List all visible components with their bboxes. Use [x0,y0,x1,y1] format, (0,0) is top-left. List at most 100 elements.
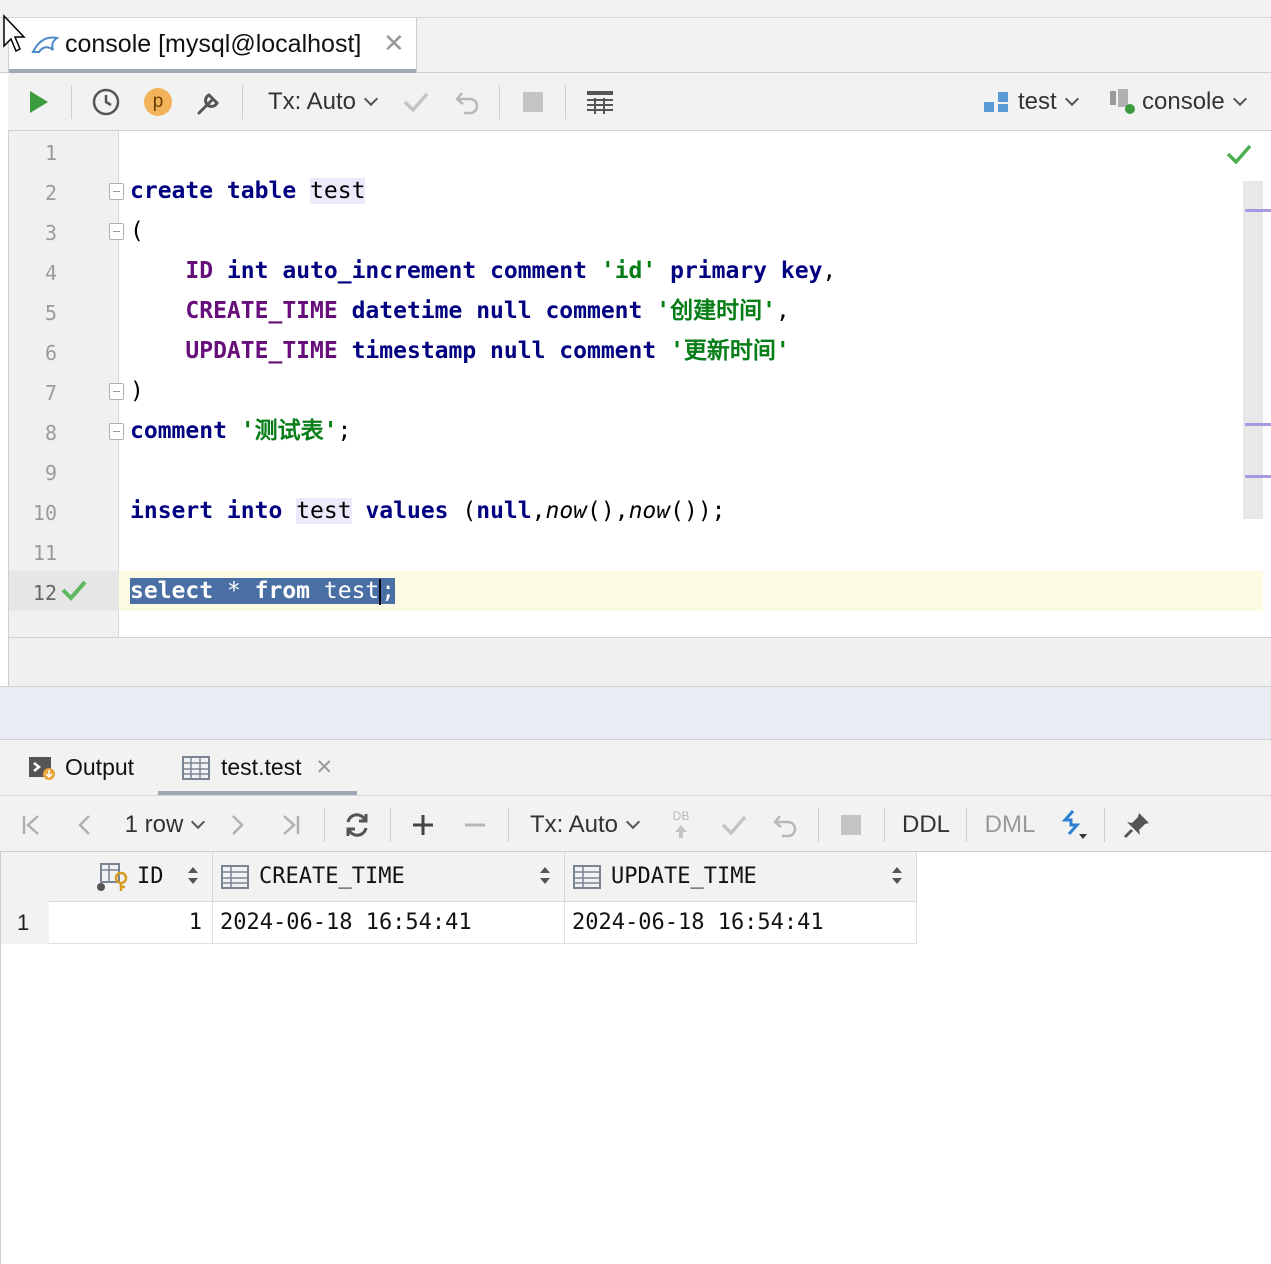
arrow-up-icon [675,825,687,838]
pin-tab-button[interactable] [1118,796,1156,853]
p-badge-icon: p [144,88,172,116]
column-header-update-time[interactable]: UPDATE_TIME [565,852,917,902]
close-icon[interactable]: ✕ [383,28,405,59]
history-button[interactable] [86,73,126,131]
chevron-down-icon [363,91,379,107]
ddl-button[interactable]: DDL [896,796,956,853]
tab-test-test[interactable]: test.test ✕ [182,740,333,795]
next-page-button[interactable] [220,796,256,853]
fold-marker-icon[interactable] [109,383,124,400]
fold-marker-icon[interactable] [109,223,124,240]
toolbar-separator [499,85,500,119]
schema-selector[interactable]: test [982,73,1086,131]
dml-label: DML [984,810,1036,838]
code-line-selected: select * from test; [130,571,396,611]
results-grid: ID CREATE_TIME UPDATE_TIME 1 1 2024-06-1… [0,852,1271,1264]
column-header-label: ID [137,864,164,889]
rollback-button[interactable] [766,796,806,853]
previous-page-button[interactable] [66,796,102,853]
column-header-create-time[interactable]: CREATE_TIME [213,852,565,902]
code-line: UPDATE_TIME timestamp null comment '更新时间… [130,331,789,371]
punctuation: ( [448,498,477,524]
function-call: now [628,498,671,524]
layout-button[interactable] [580,73,620,131]
stop-button[interactable] [832,796,870,853]
first-page-button[interactable] [14,796,50,853]
punctuation: , [822,258,837,284]
settings-button[interactable] [190,73,230,131]
chevron-left-icon [78,814,90,835]
sort-icon[interactable] [188,867,198,887]
editor-scrollbar[interactable] [1243,181,1263,519]
chevron-down-icon [1232,91,1247,107]
string-literal: '创建时间' [656,298,776,324]
toolbar-separator [818,808,819,842]
line-number: 4 [44,261,57,285]
row-number-cell[interactable]: 1 [1,902,49,944]
selected-statement: select * from test; [130,578,396,605]
last-page-button[interactable] [272,796,308,853]
sql-editor[interactable]: 1 2 3 4 5 6 7 8 9 10 11 12 create table … [8,131,1271,686]
scroll-marker [1245,423,1271,426]
refresh-button[interactable] [338,796,376,853]
toolbar-separator [508,808,509,842]
keyword: primary key [670,258,823,284]
code-line: ( [130,211,144,251]
transaction-mode-dropdown[interactable]: Tx: Auto [522,796,646,853]
table-cell[interactable]: 1 [49,902,213,944]
table-cell[interactable]: 2024-06-18 16:54:41 [213,902,565,944]
tab-label: Output [65,754,135,780]
compare-arrows-icon [1061,809,1087,839]
session-icon [1110,89,1135,114]
undo-icon [773,814,797,837]
sort-icon[interactable] [540,867,550,887]
add-row-button[interactable] [404,796,442,853]
keyword: timestamp null comment [351,338,657,364]
inspection-ok-icon [1226,143,1252,170]
panel-splitter[interactable] [0,686,1271,740]
parameters-button[interactable]: p [138,73,178,131]
string-literal: '测试表' [240,418,338,444]
fold-marker-icon[interactable] [109,183,124,200]
execute-button[interactable] [18,73,60,131]
rollback-button[interactable] [448,73,488,131]
sort-icon[interactable] [892,867,902,887]
punctuation: * [213,578,255,604]
commit-button[interactable] [396,73,436,131]
transaction-mode-dropdown[interactable]: Tx: Auto [260,73,384,131]
paren: ) [130,378,144,404]
toolbar-separator [884,808,885,842]
line-number: 10 [32,501,57,525]
stop-button[interactable] [513,73,553,131]
line-number: 3 [44,221,57,245]
scroll-marker [1245,209,1271,212]
mouse-pointer-icon [2,14,26,59]
submit-to-db-button[interactable]: DB [662,796,700,853]
last-page-icon [283,814,300,835]
check-icon [721,815,747,836]
session-selector[interactable]: console [1106,73,1256,131]
code-line: create table test [130,171,366,211]
scroll-marker [1245,475,1271,478]
dml-button[interactable]: DML [978,796,1042,853]
toolbar-separator [565,85,566,119]
keyword: insert into [130,498,283,524]
tab-output[interactable]: Output [28,740,134,795]
minus-icon [465,823,485,826]
commit-button[interactable] [714,796,754,853]
line-number: 1 [44,141,57,165]
delete-row-button[interactable] [456,796,494,853]
compare-button[interactable] [1052,796,1092,853]
first-page-icon [22,814,39,835]
close-icon[interactable]: ✕ [316,755,334,780]
stop-icon [523,92,543,112]
tab-label: test.test [221,754,302,780]
line-number: 5 [44,301,57,325]
fold-marker-icon[interactable] [109,423,124,440]
punctuation: ; [337,418,352,444]
table-cell[interactable]: 2024-06-18 16:54:41 [565,902,917,944]
row-count-dropdown[interactable]: 1 row [116,796,212,853]
keyword: select [130,578,214,604]
column-header-id[interactable]: ID [49,852,213,902]
tab-console[interactable]: console [mysql@localhost] ✕ [8,18,417,73]
